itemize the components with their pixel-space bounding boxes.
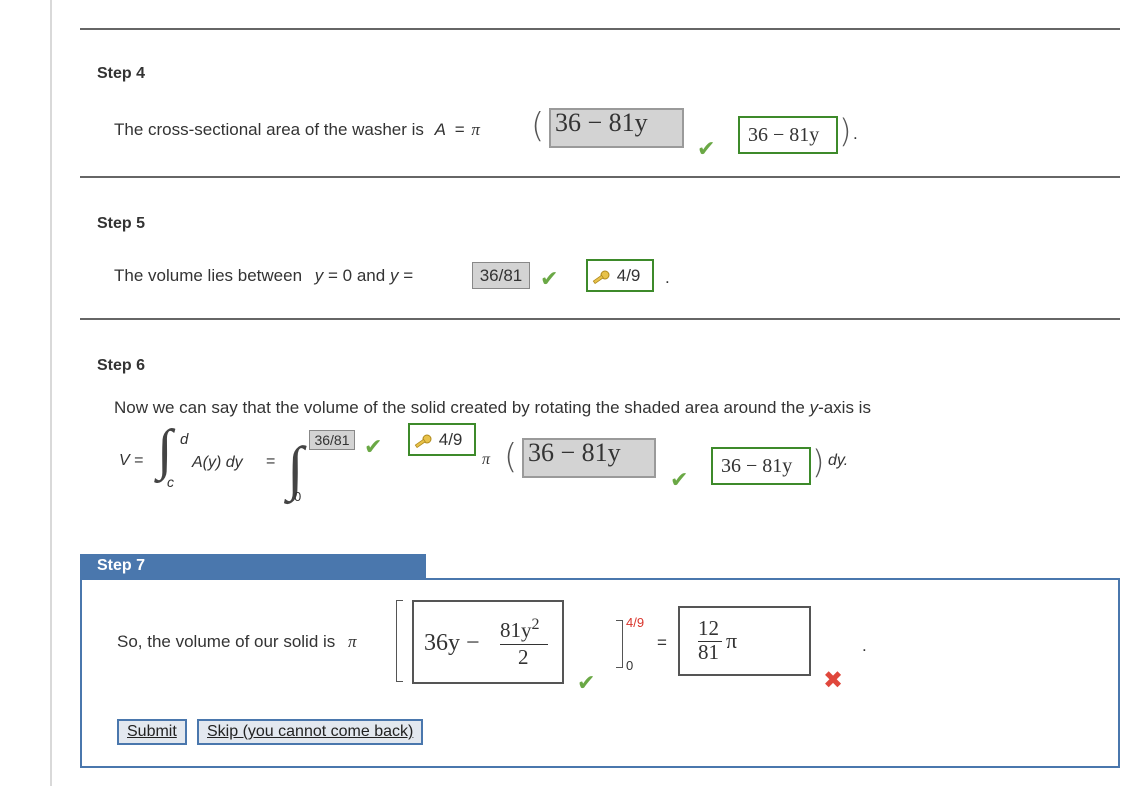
- answer-field-gray[interactable]: 36 − 81y: [522, 438, 656, 478]
- right-paren: ): [839, 112, 852, 150]
- correct-upper-limit-box: 4/9: [408, 423, 476, 456]
- step-6-sentence-text: Now we can say that the volume of the so…: [114, 398, 805, 417]
- check-icon: ✔: [670, 467, 689, 492]
- right-bracket: [616, 620, 623, 668]
- result-denominator: 81: [698, 640, 719, 664]
- result-pi: π: [726, 628, 738, 653]
- step-5-text: The volume lies between y = 0 and y =: [114, 266, 413, 286]
- step-7-text: So, the volume of our solid is π: [117, 632, 357, 652]
- left-paren: (: [531, 106, 545, 146]
- correct-answer-box: 4/9: [586, 259, 654, 292]
- period: .: [862, 636, 867, 655]
- sentence-end: -axis is: [818, 398, 871, 417]
- area-function: A(y) dy: [192, 454, 243, 471]
- volume-variable: V: [119, 452, 130, 469]
- equals-sign: =: [454, 120, 465, 139]
- check-icon: ✔: [697, 136, 716, 161]
- step-4-sentence: The cross-sectional area of the washer i…: [114, 120, 424, 139]
- answer-text: 36/81: [479, 266, 523, 285]
- result-field[interactable]: 12 81 π: [678, 606, 811, 676]
- period: .: [665, 268, 670, 287]
- correct-answer-text: 36 − 81y: [748, 124, 820, 146]
- step-5-sentence: The volume lies between: [114, 266, 303, 285]
- area-variable: A: [434, 120, 446, 139]
- step-5-title: Step 5: [97, 215, 146, 232]
- pi-symbol: π: [348, 632, 357, 651]
- step-7-sentence: So, the volume of our solid is: [117, 632, 336, 651]
- lower-limit-c: c: [167, 474, 174, 490]
- equals-sign: =: [134, 452, 144, 469]
- answer-field-gray[interactable]: 36/81: [472, 262, 530, 289]
- step-4-title: Step 4: [97, 65, 146, 82]
- check-icon: ✔: [577, 670, 596, 695]
- y-variable: y: [314, 266, 324, 285]
- y-variable: y: [809, 398, 819, 417]
- exponent: 2: [531, 616, 540, 633]
- left-border-line: [50, 0, 52, 786]
- equals-zero-and: = 0 and: [328, 266, 386, 285]
- answer-text: 36/81: [314, 432, 350, 448]
- integral-sign: ∫: [157, 419, 173, 481]
- pi-symbol: π: [482, 451, 491, 468]
- answer-text: 36 − 81y: [555, 108, 648, 137]
- antiderivative-field[interactable]: 36y − 81y2 2: [412, 600, 564, 684]
- correct-answer-box: 36 − 81y: [711, 447, 811, 485]
- lower-limit-zero: 0: [294, 489, 302, 504]
- integrand-text: 36y −: [424, 630, 480, 656]
- left-paren: (: [504, 437, 518, 477]
- result-numerator: 12: [698, 616, 719, 640]
- step-7-title: Step 7: [97, 557, 146, 574]
- correct-answer-box: 36 − 81y: [738, 116, 838, 154]
- dy-term: dy.: [828, 452, 849, 469]
- step-7-header: Step 7: [80, 554, 426, 578]
- upper-limit-field-gray[interactable]: 36/81: [309, 430, 355, 450]
- check-icon: ✔: [540, 266, 559, 291]
- divider: [80, 318, 1120, 320]
- step-4-text: The cross-sectional area of the washer i…: [114, 120, 480, 140]
- wrong-x-icon: ✖: [823, 667, 844, 694]
- equals-sign: =: [657, 633, 667, 652]
- step-6-sentence: Now we can say that the volume of the so…: [114, 398, 871, 418]
- volume-formula-lhs: V =: [119, 452, 143, 470]
- submit-button[interactable]: Submit: [117, 719, 187, 745]
- fraction-denominator: 2: [518, 645, 529, 669]
- pi-symbol: π: [471, 120, 480, 139]
- correct-answer-text: 36 − 81y: [721, 455, 793, 477]
- skip-button[interactable]: Skip (you cannot come back): [197, 719, 424, 745]
- key-icon: [592, 270, 610, 284]
- y-variable: y: [389, 266, 399, 285]
- answer-text: 36 − 81y: [528, 438, 621, 467]
- correct-answer-text: 4/9: [438, 430, 463, 449]
- integrand-term: 36y −: [424, 630, 480, 657]
- divider: [80, 176, 1120, 178]
- upper-limit-d: d: [180, 431, 189, 448]
- upper-limit: 4/9: [626, 615, 645, 630]
- check-icon: ✔: [364, 434, 383, 459]
- equals-sign: =: [403, 266, 414, 285]
- lower-limit: 0: [626, 658, 634, 673]
- period: .: [853, 124, 858, 143]
- correct-answer-text: 4/9: [616, 266, 641, 285]
- left-bracket: [396, 600, 403, 682]
- answer-field-gray[interactable]: 36 − 81y: [549, 108, 684, 148]
- divider: [80, 28, 1120, 30]
- equals-sign: =: [266, 453, 276, 470]
- step-6-title: Step 6: [97, 357, 146, 374]
- right-paren: ): [812, 443, 825, 481]
- key-icon: [414, 434, 432, 448]
- numerator-text: 81y: [500, 618, 532, 642]
- fraction-numerator: 81y2: [500, 616, 540, 643]
